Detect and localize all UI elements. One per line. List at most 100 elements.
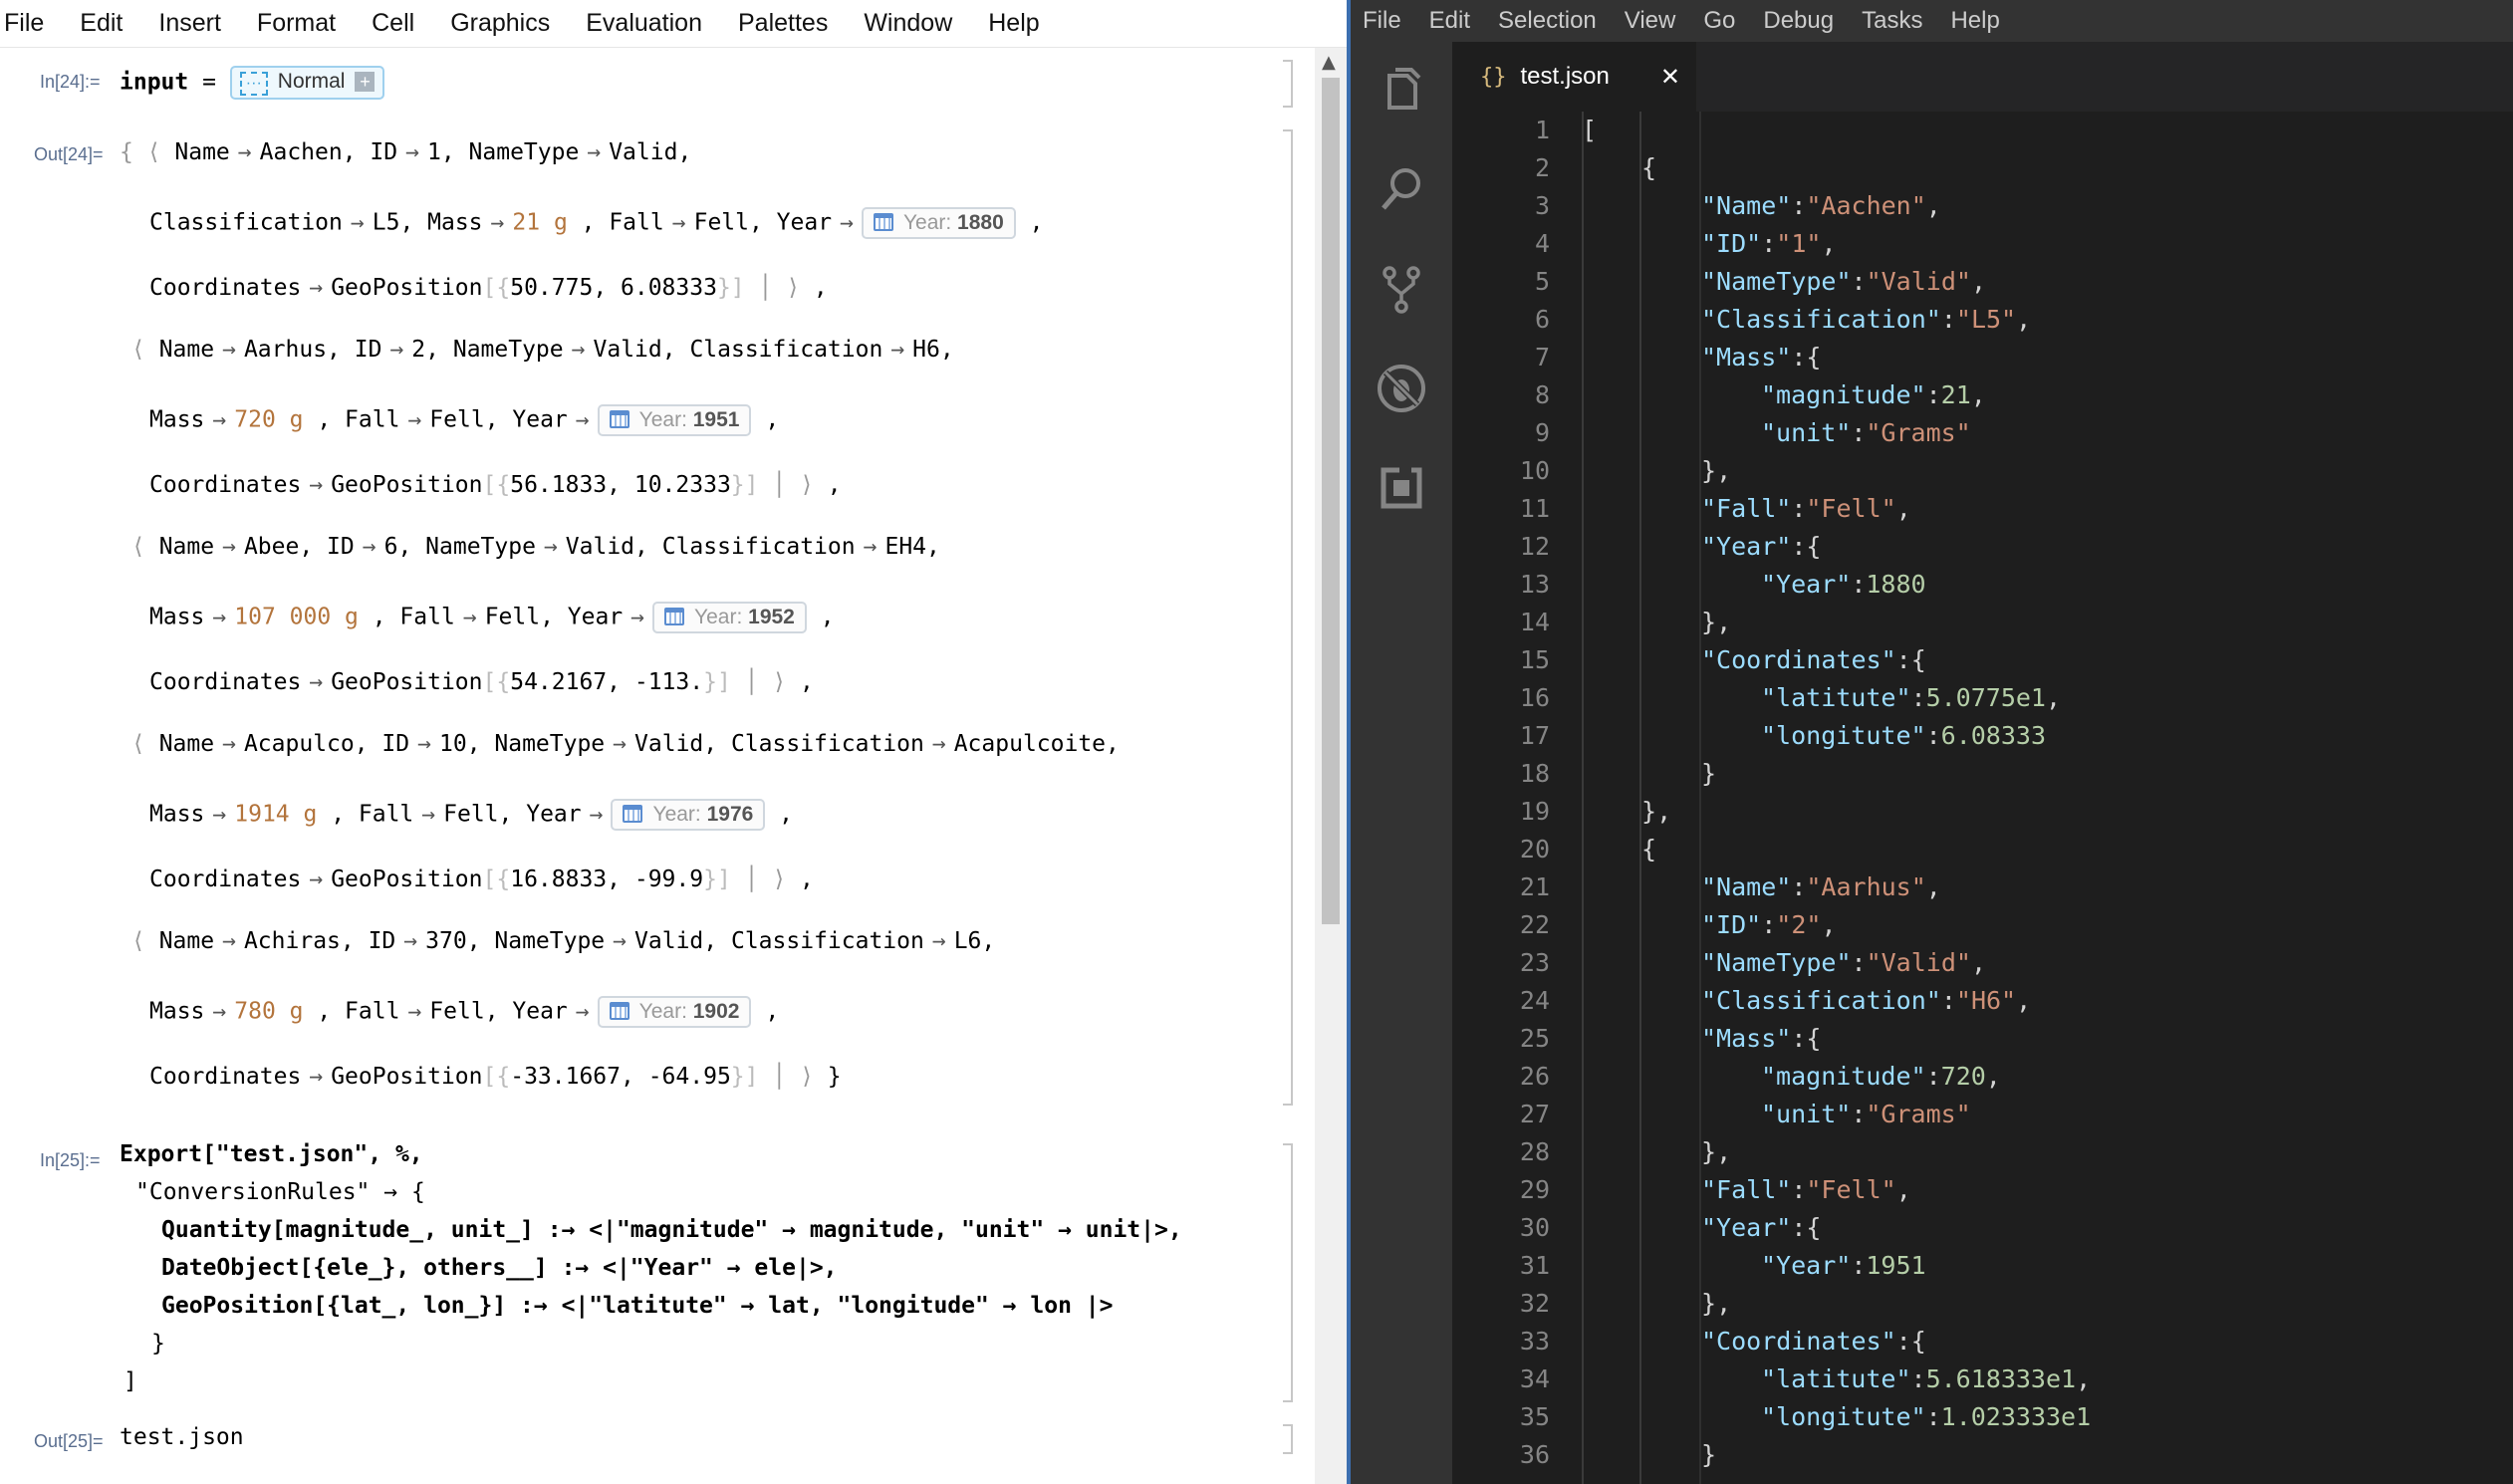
menu-debug[interactable]: Debug (1763, 7, 1834, 35)
code-line[interactable]: 26 "magnitude":720, (1452, 1058, 2001, 1096)
output-cell-bracket[interactable] (1283, 129, 1293, 1106)
line-content: } (1701, 755, 1716, 793)
code-line[interactable]: 6 "Classification":"L5", (1452, 301, 2031, 339)
year-date-box[interactable]: Year: 1951 (597, 404, 752, 436)
code-line[interactable]: 25 "Mass":{ (1452, 1020, 1822, 1058)
menu-help[interactable]: Help (988, 9, 1039, 38)
source-control-icon[interactable] (1376, 263, 1427, 315)
token: : (1851, 1100, 1867, 1128)
debug-icon[interactable] (1376, 363, 1427, 414)
token: : (1895, 1327, 1911, 1356)
search-icon[interactable] (1376, 163, 1427, 215)
code-line[interactable]: 27 "unit":"Grams" (1452, 1096, 1971, 1133)
output-line: { ⟨ Name → Aachen, ID → 1, NameType → Valid, (120, 139, 691, 165)
code-line[interactable]: 8 "magnitude":21, (1452, 376, 1986, 414)
year-date-box[interactable]: Year: 1976 (611, 799, 766, 831)
menu-edit[interactable]: Edit (80, 9, 123, 38)
code-line[interactable]: 9 "unit":"Grams" (1452, 414, 1971, 452)
code-line[interactable]: 3 "Name":"Aachen", (1452, 187, 1941, 225)
code-line[interactable]: 29 "Fall":"Fell", (1452, 1171, 1911, 1209)
code-editor[interactable]: 1[2{3 "Name":"Aachen", 4 "ID":"1", 5 "NameTyp… (1452, 112, 2513, 1484)
extensions-icon[interactable] (1376, 462, 1427, 514)
code-line[interactable]: 5 "NameType":"Valid", (1452, 263, 1986, 301)
code-line[interactable]: 17 "longitute":6.08333 (1452, 717, 2046, 755)
record-class: H6 (912, 337, 940, 363)
menu-graphics[interactable]: Graphics (450, 9, 550, 38)
token: { (1641, 153, 1657, 182)
code-line[interactable]: 30 "Year":{ (1452, 1209, 1822, 1247)
code-line[interactable]: 11 "Fall":"Fell", (1452, 490, 1911, 528)
line-number: 24 (1519, 986, 1550, 1015)
record-name: Abee (243, 534, 300, 560)
menu-insert[interactable]: Insert (158, 9, 221, 38)
explorer-icon[interactable] (1376, 64, 1427, 116)
token: [ (1582, 116, 1598, 144)
code-line[interactable]: 20 { (1452, 831, 1656, 868)
arrow-icon: → (309, 866, 324, 892)
code-line[interactable]: 15 "Coordinates":{ (1452, 641, 1926, 679)
input-variable: input (120, 69, 189, 96)
menu-view[interactable]: View (1625, 7, 1676, 35)
token: : (1791, 872, 1807, 901)
code-line[interactable]: 16 "latitute":5.0775e1, (1452, 679, 2061, 717)
menu-selection[interactable]: Selection (1498, 7, 1597, 35)
token: , (2016, 986, 2032, 1015)
menu-file[interactable]: File (4, 9, 44, 38)
text: Fell (693, 209, 749, 236)
scroll-up-icon[interactable]: ▲ (1322, 52, 1336, 73)
code-line[interactable]: 13 "Year":1880 (1452, 566, 1926, 604)
menu-palettes[interactable]: Palettes (738, 9, 828, 38)
code-line[interactable]: 36} (1452, 1436, 1716, 1474)
code-line[interactable]: 28}, (1452, 1133, 1731, 1171)
code-line[interactable]: 22 "ID":"2", (1452, 906, 1837, 944)
code-line[interactable]: 14}, (1452, 604, 1731, 641)
menu-window[interactable]: Window (864, 9, 952, 38)
notebook-scrollbar[interactable]: ▲ (1315, 48, 1347, 1484)
menu-tasks[interactable]: Tasks (1862, 7, 1922, 35)
token: , (1970, 948, 1986, 977)
menu-help[interactable]: Help (1950, 7, 1999, 35)
menu-edit[interactable]: Edit (1429, 7, 1470, 35)
menu-format[interactable]: Format (257, 9, 336, 38)
code-line[interactable]: 24 "Classification":"H6", (1452, 982, 2031, 1020)
token: } (1701, 608, 1717, 636)
year-date-box[interactable]: Year: 1880 (861, 207, 1016, 239)
cell-bracket[interactable] (1283, 60, 1293, 108)
code-line[interactable]: 31 "Year":1951 (1452, 1247, 1926, 1285)
input-cell-24[interactable]: input = ··· Normal + (120, 66, 385, 100)
code-line[interactable]: 12 "Year":{ (1452, 528, 1822, 566)
scrollbar-thumb[interactable] (1322, 78, 1340, 924)
code-line[interactable]: 2{ (1452, 149, 1656, 187)
code-line[interactable]: 35 "longitute":1.023333e1 (1452, 1398, 2091, 1436)
code-line[interactable]: 4 "ID":"1", (1452, 225, 1837, 263)
code-line[interactable]: 19}, (1452, 793, 1671, 831)
plus-icon[interactable]: + (355, 72, 376, 92)
normal-template-box[interactable]: ··· Normal + (229, 66, 385, 100)
mass-value: 720 (234, 406, 276, 433)
export-line: DateObject[{ele_}, others__] :→ <|"Year"… (161, 1255, 838, 1281)
code-line[interactable]: 34 "latitute":5.618333e1, (1452, 1360, 2091, 1398)
year-date-box[interactable]: Year: 1902 (597, 996, 752, 1028)
line-number: 5 (1534, 267, 1550, 296)
geo-bracket: }] (703, 866, 731, 892)
code-line[interactable]: 23 "NameType":"Valid", (1452, 944, 1986, 982)
code-line[interactable]: 18} (1452, 755, 1716, 793)
code-line[interactable]: 32}, (1452, 1285, 1731, 1323)
code-line[interactable]: 7 "Mass":{ (1452, 339, 1822, 376)
text: , (786, 669, 814, 695)
year-date-box[interactable]: Year: 1952 (652, 602, 807, 633)
out25-bracket[interactable] (1283, 1424, 1293, 1454)
export-cell-bracket[interactable] (1283, 1143, 1293, 1402)
code-line[interactable]: 1[ (1452, 112, 1597, 149)
menu-evaluation[interactable]: Evaluation (586, 9, 702, 38)
export-line: GeoPosition[{lat_, lon_}] :→ <|"latitute… (161, 1293, 1114, 1319)
calendar-icon (609, 1002, 629, 1020)
close-icon[interactable]: ✕ (1660, 63, 1680, 91)
menu-cell[interactable]: Cell (372, 9, 414, 38)
menu-file[interactable]: File (1363, 7, 1401, 35)
code-line[interactable]: 10}, (1452, 452, 1731, 490)
code-line[interactable]: 33 "Coordinates":{ (1452, 1323, 1926, 1360)
code-line[interactable]: 21 "Name":"Aarhus", (1452, 868, 1941, 906)
menu-go[interactable]: Go (1703, 7, 1735, 35)
tab-test-json[interactable]: {} test.json ✕ (1452, 42, 1696, 112)
